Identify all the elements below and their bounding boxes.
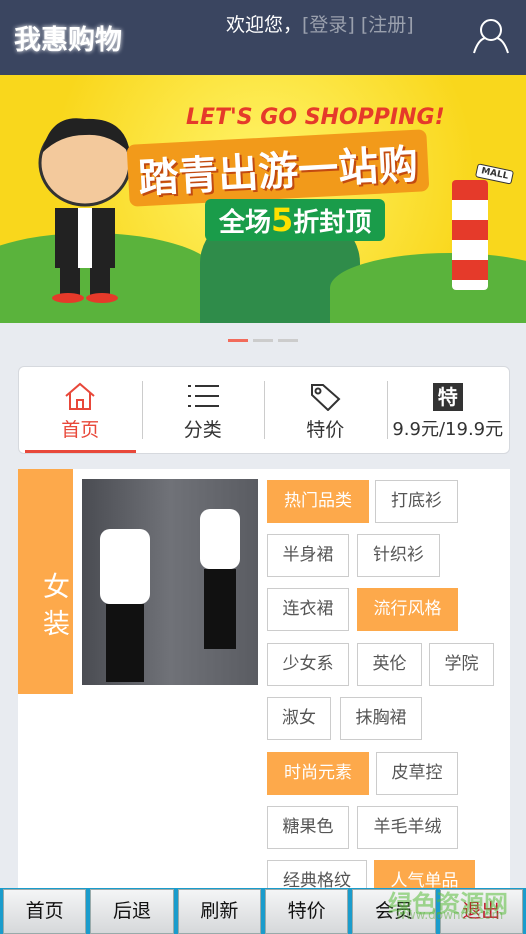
womens-category-panel: 女装 热门品类 打底衫 半身裙 针织衫 连衣裙 流行风格 少女系 英伦 学院淑女 抹胸裙时尚元素皮… <box>18 469 510 903</box>
tab-label: 分类 <box>183 419 222 441</box>
category-tag[interactable]: 时尚元素 <box>267 752 369 795</box>
list-icon <box>187 385 219 407</box>
category-tag[interactable]: 学院 <box>429 643 494 686</box>
register-link[interactable]: [注册] <box>361 14 414 36</box>
category-tag[interactable]: 打底衫 <box>375 480 458 523</box>
category-tag[interactable]: 抹胸裙 <box>340 697 422 740</box>
special-icon: 特 <box>387 381 510 411</box>
category-tag[interactable]: 皮草控 <box>376 752 458 795</box>
user-icon[interactable] <box>472 18 510 54</box>
category-tag[interactable]: 连衣裙 <box>267 588 349 631</box>
tab-category[interactable]: 分类 <box>141 367 265 453</box>
category-nav: 首页 分类 特价 特 9.9元/19.9元 <box>18 366 510 454</box>
category-tag[interactable]: 糖果色 <box>267 806 349 849</box>
category-tag[interactable]: 流行风格 <box>357 588 458 631</box>
sale-button[interactable]: 特价 <box>264 889 349 934</box>
category-tag[interactable]: 英伦 <box>357 643 422 686</box>
banner-title: 踏青出游一站购 <box>126 129 430 207</box>
tab-special-price[interactable]: 特 9.9元/19.9元 <box>386 367 510 453</box>
tag-icon <box>311 384 341 411</box>
model-shirt <box>100 529 150 604</box>
tab-label: 首页 <box>61 419 100 441</box>
dot[interactable] <box>253 339 273 342</box>
dot-active[interactable] <box>228 339 248 342</box>
back-button[interactable]: 后退 <box>90 889 174 934</box>
model-pants <box>106 604 144 682</box>
category-tag[interactable]: 羊毛羊绒 <box>357 806 458 849</box>
model-pants <box>204 569 236 649</box>
tab-home[interactable]: 首页 <box>19 367 142 453</box>
tab-label: 9.9元/19.9元 <box>392 419 504 440</box>
login-link[interactable]: [登录] <box>302 14 355 36</box>
category-tag[interactable]: 少女系 <box>267 643 349 686</box>
tab-label: 特价 <box>306 419 345 441</box>
tab-sale[interactable]: 特价 <box>264 367 387 453</box>
top-header: 我惠购物 欢迎您，[登录] [注册] <box>0 0 526 75</box>
banner-headline: LET'S GO SHOPPING! <box>186 105 445 130</box>
welcome-text: 欢迎您，[登录] [注册] <box>226 10 414 37</box>
app-logo: 我惠购物 <box>14 25 122 56</box>
category-tag[interactable]: 半身裙 <box>267 534 349 577</box>
promo-banner[interactable]: LET'S GO SHOPPING! 踏青出游一站购 全场5折封顶 MALL <box>0 75 526 323</box>
special-icon-text: 特 <box>432 383 463 411</box>
category-tag[interactable]: 热门品类 <box>267 480 369 523</box>
lighthouse-illustration <box>452 180 488 290</box>
category-tag[interactable]: 针织衫 <box>357 534 440 577</box>
welcome-label: 欢迎您， <box>226 14 303 36</box>
home-icon <box>65 382 95 410</box>
banner-subtitle: 全场5折封顶 <box>205 199 386 241</box>
category-tag[interactable]: 淑女 <box>267 697 331 740</box>
category-image[interactable] <box>82 479 258 685</box>
refresh-button[interactable]: 刷新 <box>177 889 261 934</box>
cartoon-character <box>38 118 132 303</box>
sub-suffix: 折封顶 <box>293 208 372 238</box>
home-button[interactable]: 首页 <box>3 889 87 934</box>
model-shirt <box>200 509 240 569</box>
sub-number: 5 <box>271 201 294 239</box>
category-label[interactable]: 女装 <box>18 469 73 694</box>
sub-prefix: 全场 <box>219 208 272 238</box>
dot[interactable] <box>278 339 298 342</box>
watermark-url: www.downcc.com <box>396 908 504 922</box>
carousel-indicator[interactable] <box>228 339 298 342</box>
